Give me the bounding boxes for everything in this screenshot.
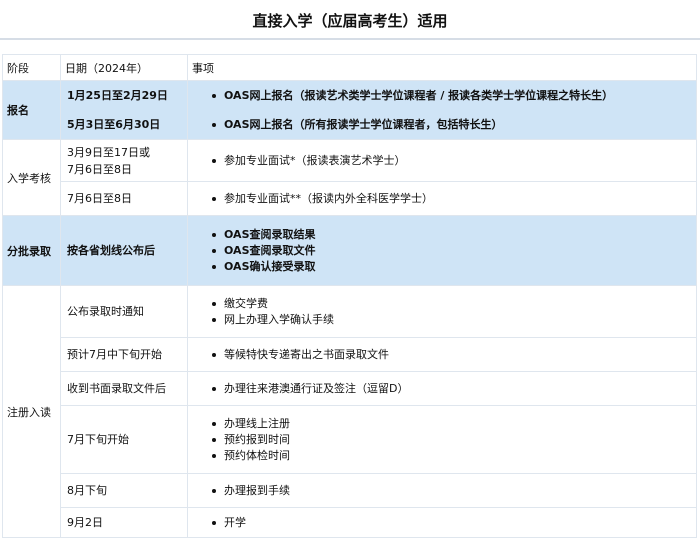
- row-assess-2: 7月6日至8日 参加专业面试**（报读内外全科医学学士）: [3, 181, 697, 216]
- row-admission: 分批录取 按各省划线公布后 OAS查阅录取结果 OAS查阅录取文件 OAS确认接…: [2, 215, 697, 286]
- row-enrol-3: 收到书面录取文件后 办理往来港澳通行证及签注（逗留D）: [3, 371, 697, 406]
- admission-items: OAS查阅录取结果 OAS查阅录取文件 OAS确认接受录取: [187, 215, 697, 286]
- enrol-date-4: 7月下旬开始: [60, 405, 188, 474]
- row-enrol-6: 9月2日 开学: [3, 507, 697, 538]
- enrol-item-3-1: 办理往来港澳通行证及签注（逗留D）: [210, 381, 696, 397]
- schedule-table: 阶段 日期（2024年） 事项 报名 1月25日至2月29日 5月3日至6月30…: [2, 54, 697, 538]
- row-enrol-2: 预计7月中下旬开始 等候特快专递寄出之书面录取文件: [3, 337, 697, 372]
- assess-item-1: 参加专业面试*（报读表演艺术学士）: [210, 153, 696, 169]
- enrol-item-1-2: 网上办理入学确认手续: [210, 312, 696, 328]
- row-assess-1: 入学考核 3月9日至17日或 7月6日至8日 参加专业面试*（报读表演艺术学士）: [2, 139, 697, 216]
- row-enrol-5: 8月下旬 办理报到手续: [3, 473, 697, 508]
- enrol-date-5: 8月下旬: [60, 473, 188, 508]
- page-title: 直接入学（应届高考生）适用: [252, 12, 448, 30]
- register-date-1: 1月25日至2月29日: [67, 89, 168, 102]
- enrol-items-3: 办理往来港澳通行证及签注（逗留D）: [187, 371, 697, 406]
- assess-date-2: 7月6日至8日: [60, 181, 188, 216]
- enrol-date-3: 收到书面录取文件后: [60, 371, 188, 406]
- enrol-date-2: 预计7月中下旬开始: [60, 337, 188, 372]
- enrol-item-4-3: 预约体检时间: [210, 448, 696, 464]
- enrol-items-1: 缴交学费 网上办理入学确认手续: [187, 285, 697, 338]
- enrol-item-4-1: 办理线上注册: [210, 416, 696, 432]
- register-dates: 1月25日至2月29日 5月3日至6月30日: [60, 80, 188, 140]
- enrol-item-6-1: 开学: [210, 515, 696, 531]
- admission-item-1: OAS查阅录取结果: [210, 227, 696, 243]
- admission-date: 按各省划线公布后: [60, 215, 188, 286]
- enrol-items-5: 办理报到手续: [187, 473, 697, 508]
- stage-assess: 入学考核: [2, 139, 61, 216]
- register-item-2: OAS网上报名（所有报读学士学位课程者，包括特长生）: [210, 117, 696, 133]
- enrol-items-6: 开学: [187, 507, 697, 538]
- row-enrol-4: 7月下旬开始 办理线上注册 预约报到时间 预约体检时间: [3, 405, 697, 474]
- header-stage: 阶段: [2, 54, 61, 81]
- enrol-date-1: 公布录取时通知: [60, 285, 188, 338]
- header-date: 日期（2024年）: [60, 54, 188, 81]
- row-enrol-1: 注册入读 公布录取时通知 缴交学费 网上办理入学确认手续: [2, 285, 697, 538]
- register-items: OAS网上报名（报读艺术类学士学位课程者 / 报读各类学士学位课程之特长生） O…: [187, 80, 697, 140]
- assess-item-2: 参加专业面试**（报读内外全科医学学士）: [210, 191, 696, 207]
- admission-item-2: OAS查阅录取文件: [210, 243, 696, 259]
- enrol-date-6: 9月2日: [60, 507, 188, 538]
- enrol-item-4-2: 预约报到时间: [210, 432, 696, 448]
- admission-item-3: OAS确认接受录取: [210, 259, 696, 275]
- enrol-item-5-1: 办理报到手续: [210, 483, 696, 499]
- stage-admission: 分批录取: [2, 215, 61, 286]
- row-register: 报名 1月25日至2月29日 5月3日至6月30日 OAS网上报名（报读艺术类学…: [2, 80, 697, 140]
- assess-item-1-cell: 参加专业面试*（报读表演艺术学士）: [187, 139, 697, 182]
- enrol-items-4: 办理线上注册 预约报到时间 预约体检时间: [187, 405, 697, 474]
- stage-register: 报名: [2, 80, 61, 140]
- stage-enrol: 注册入读: [2, 285, 61, 538]
- enrol-items-2: 等候特快专递寄出之书面录取文件: [187, 337, 697, 372]
- enrol-item-2-1: 等候特快专递寄出之书面录取文件: [210, 347, 696, 363]
- assess-date-1: 3月9日至17日或 7月6日至8日: [60, 139, 188, 182]
- register-item-1: OAS网上报名（报读艺术类学士学位课程者 / 报读各类学士学位课程之特长生）: [210, 88, 696, 104]
- register-date-2: 5月3日至6月30日: [67, 118, 161, 131]
- header-item: 事项: [187, 54, 697, 81]
- assess-item-2-cell: 参加专业面试**（报读内外全科医学学士）: [187, 181, 697, 216]
- enrol-item-1-1: 缴交学费: [210, 296, 696, 312]
- title-divider: [0, 38, 700, 40]
- table-header-row: 阶段 日期（2024年） 事项: [2, 54, 697, 81]
